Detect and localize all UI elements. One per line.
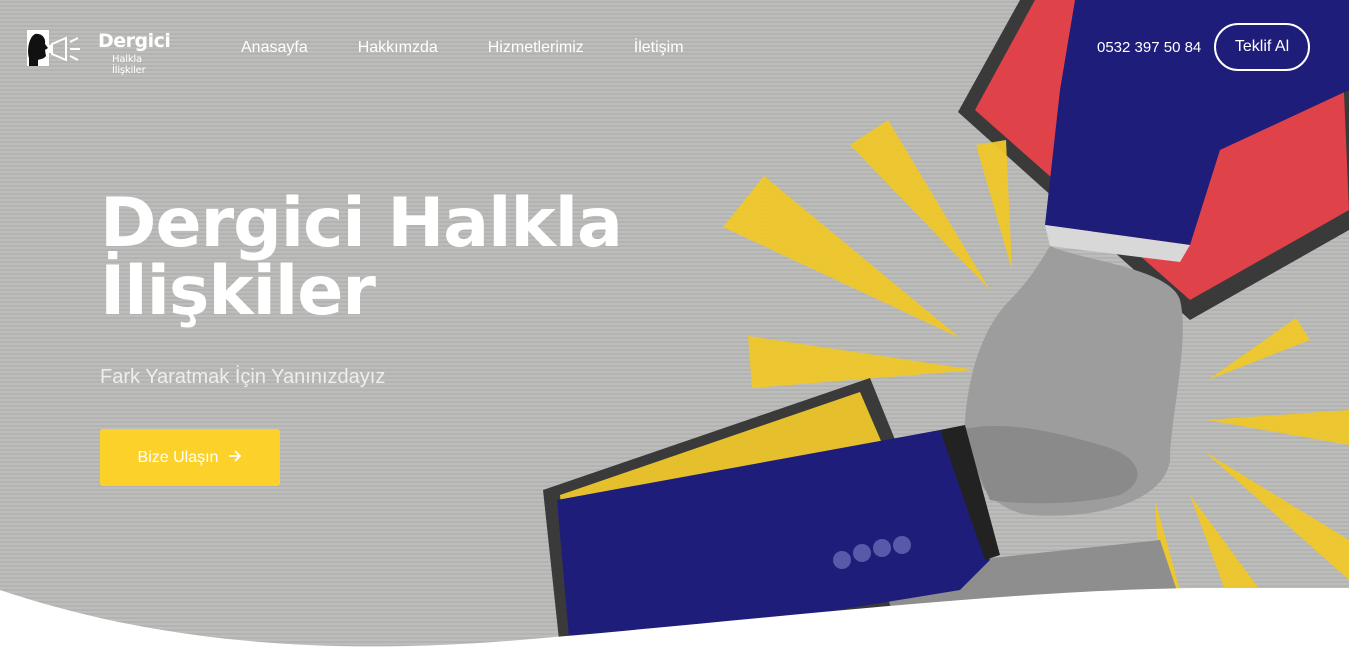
nav-item-hizmetlerimiz[interactable]: Hizmetlerimiz: [488, 38, 584, 58]
quote-button[interactable]: Teklif Al: [1214, 23, 1310, 71]
logo-title: Dergici: [98, 30, 171, 52]
nav-item-iletisim[interactable]: İletişim: [634, 38, 684, 58]
contact-button[interactable]: Bize Ulaşın: [100, 429, 280, 486]
site-logo[interactable]: Dergici Halkla İlişkiler: [26, 28, 171, 76]
arrow-right-icon: [228, 449, 242, 467]
hero-subtitle: Fark Yaratmak İçin Yanınızdayız: [100, 366, 386, 388]
site-header: Dergici Halkla İlişkiler Anasayfa Hakkım…: [0, 0, 1349, 95]
hero-title: Dergici Halkla İlişkiler: [100, 184, 623, 331]
nav-item-hakkimizda[interactable]: Hakkımzda: [358, 38, 438, 58]
megaphone-profile-icon: [27, 30, 80, 66]
main-nav: Anasayfa Hakkımzda Hizmetlerimiz İletişi…: [241, 38, 734, 58]
hero-section: Dergici Halkla İlişkiler Anasayfa Hakkım…: [0, 0, 1349, 649]
contact-button-label: Bize Ulaşın: [137, 448, 219, 466]
phone-number[interactable]: 0532 397 50 84: [1097, 38, 1201, 58]
logo-subtitle: Halkla İlişkiler: [112, 54, 146, 76]
nav-item-anasayfa[interactable]: Anasayfa: [241, 38, 308, 58]
